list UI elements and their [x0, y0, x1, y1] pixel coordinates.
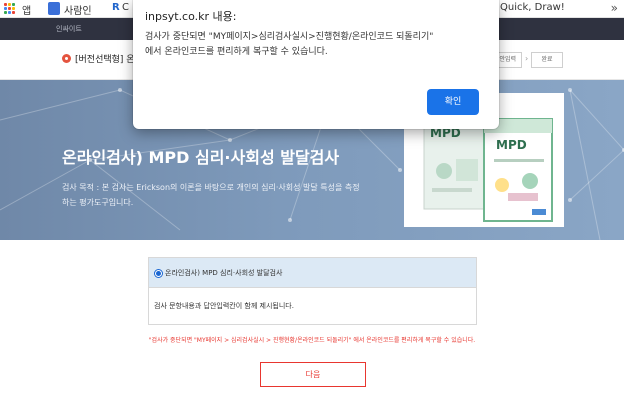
- test-option-header[interactable]: 온라인검사) MPD 심리·사회성 발달검사: [149, 258, 476, 288]
- next-button[interactable]: 다음: [260, 362, 366, 387]
- dialog-title: inpsyt.co.kr 내용:: [145, 10, 237, 23]
- test-option-box: 온라인검사) MPD 심리·사회성 발달검사 검사 문항내용과 답안입력칸이 함…: [148, 257, 477, 325]
- book-front-label: MPD: [496, 138, 527, 152]
- r-bookmark-icon[interactable]: R: [112, 2, 120, 13]
- alert-dialog: inpsyt.co.kr 내용: 검사가 중단되면 "MY페이지>심리검사실시>…: [133, 0, 499, 129]
- test-option-description: 검사 문항내용과 답안입력칸이 함께 제시됩니다.: [154, 302, 294, 310]
- test-option-label[interactable]: 온라인검사) MPD 심리·사회성 발달검사: [165, 268, 282, 278]
- bookmark-c[interactable]: C: [122, 2, 129, 13]
- recovery-notice: "검사가 중단되면 "MY페이지 > 심리검사실시 > 진행현황/온라인코드 되…: [148, 337, 476, 344]
- bookmark-saramin[interactable]: 사람인: [64, 2, 92, 17]
- test-option-radio[interactable]: [154, 269, 163, 278]
- nav-link-insight[interactable]: 인싸이트: [56, 24, 82, 34]
- record-dot-icon: [62, 54, 71, 63]
- dialog-ok-button[interactable]: 확인: [427, 89, 479, 115]
- saramin-bookmark-icon[interactable]: [48, 2, 60, 15]
- hero-description: 검사 목적 : 본 검사는 Erickson의 이론을 바탕으로 개인의 심리·…: [62, 183, 360, 207]
- bookmark-apps[interactable]: 앱: [22, 2, 31, 17]
- step-arrow-icon: ›: [525, 54, 529, 63]
- apps-grid-icon[interactable]: [4, 3, 16, 15]
- bookmark-quick-draw[interactable]: Quick, Draw!: [500, 2, 565, 13]
- dialog-message: 검사가 중단되면 "MY페이지>심리검사실시>진행현황/온라인코드 되돌리기" …: [145, 32, 434, 57]
- hero-title: 온라인검사) MPD 심리·사회성 발달검사: [62, 148, 340, 167]
- more-bookmarks-icon[interactable]: »: [611, 1, 618, 15]
- step-complete: 완료: [531, 52, 563, 68]
